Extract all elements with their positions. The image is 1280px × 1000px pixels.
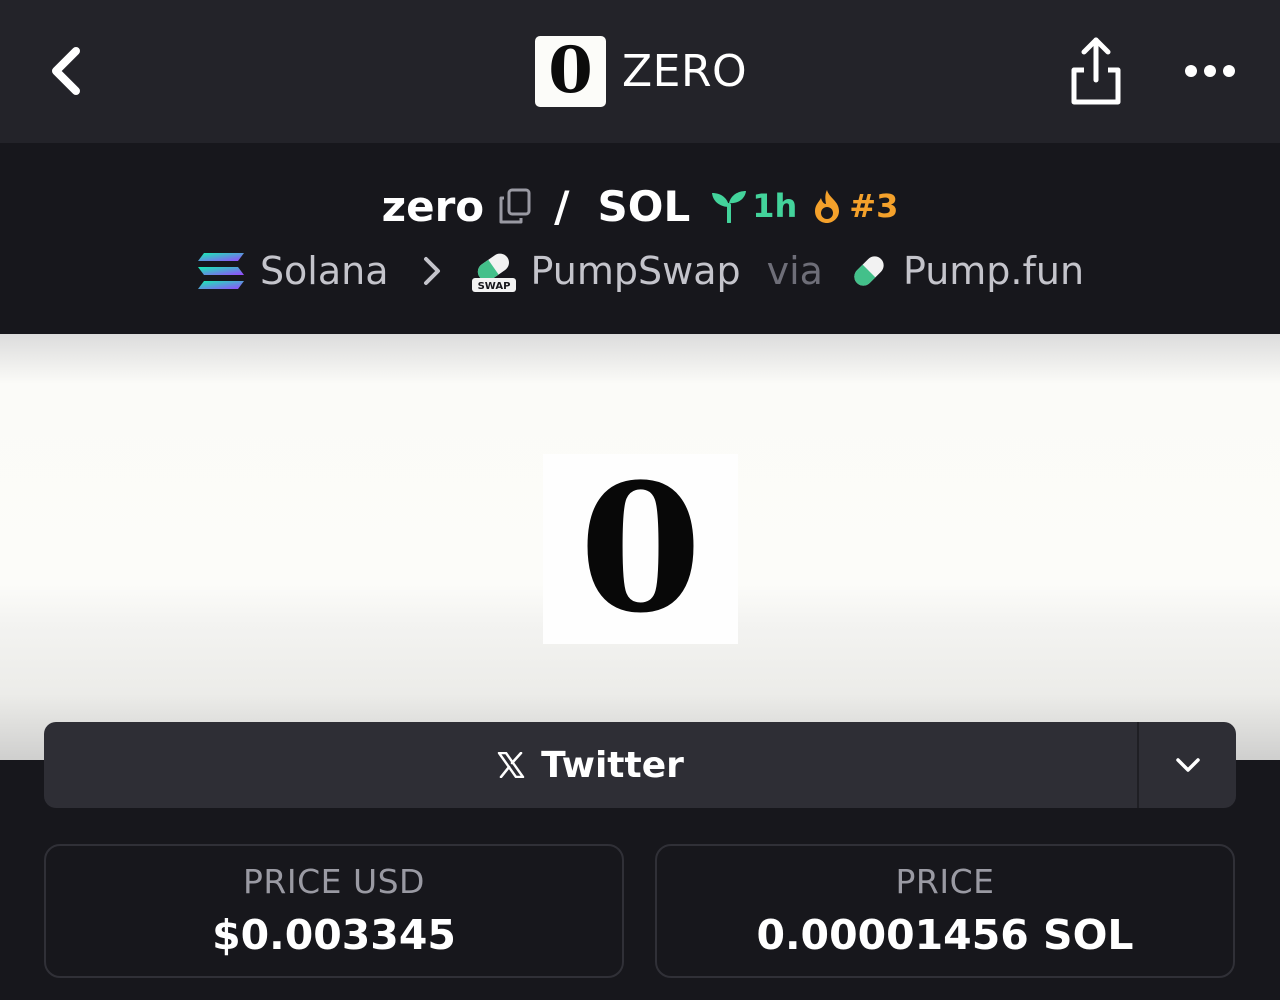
price-native-value: 0.00001456 SOL bbox=[756, 911, 1134, 959]
more-horizontal-icon bbox=[1185, 65, 1235, 77]
token-logo-glyph: 0 bbox=[548, 33, 593, 108]
chain-name: Solana bbox=[259, 249, 389, 293]
pumpswap-logo-icon: SWAP bbox=[471, 253, 516, 292]
more-options-button[interactable] bbox=[1176, 46, 1244, 96]
chevron-down-icon bbox=[1175, 758, 1200, 772]
sprout-icon bbox=[712, 191, 747, 223]
via-label: via bbox=[766, 249, 823, 293]
top-app-bar: 0 ZERO bbox=[0, 0, 1280, 143]
pair-title-row: zero / SOL 1h #3 bbox=[0, 178, 1280, 234]
price-usd-card: PRICE USD $0.003345 bbox=[44, 844, 624, 978]
price-usd-label: PRICE USD bbox=[243, 862, 425, 901]
pair-header bbox=[0, 143, 1280, 334]
chevron-right-icon bbox=[423, 256, 441, 286]
price-native-label: PRICE bbox=[895, 862, 995, 901]
pumpswap-badge-text: SWAP bbox=[477, 281, 510, 292]
copy-icon[interactable] bbox=[498, 188, 532, 224]
banner-logo: 0 bbox=[543, 454, 738, 644]
chain-link-solana[interactable]: Solana bbox=[196, 249, 389, 293]
token-brand: 0 ZERO bbox=[535, 33, 748, 108]
trending-rank: #3 bbox=[849, 187, 899, 225]
price-usd-value: $0.003345 bbox=[212, 911, 456, 959]
launchpad-link-pumpfun[interactable]: Pump.fun bbox=[849, 249, 1084, 293]
chevron-left-icon bbox=[52, 47, 80, 95]
pair-separator: / bbox=[554, 181, 570, 231]
back-button[interactable] bbox=[36, 36, 96, 106]
pair-base-symbol: zero bbox=[381, 181, 485, 231]
x-logo-icon bbox=[497, 752, 525, 778]
launchpad-name: Pump.fun bbox=[902, 249, 1085, 293]
twitter-label: Twitter bbox=[541, 744, 684, 786]
token-name: ZERO bbox=[622, 45, 748, 97]
token-logo: 0 bbox=[535, 33, 606, 108]
social-links-bar: Twitter bbox=[44, 722, 1236, 808]
pill-icon bbox=[854, 256, 884, 286]
dex-name: PumpSwap bbox=[530, 249, 741, 293]
solana-logo-icon bbox=[197, 253, 244, 289]
banner-logo-glyph: 0 bbox=[579, 445, 702, 652]
pair-quote-symbol: SOL bbox=[597, 181, 691, 231]
pair-age-badge: 1h bbox=[710, 187, 797, 225]
token-banner-image: 0 bbox=[0, 334, 1280, 760]
twitter-link-button[interactable]: Twitter bbox=[44, 722, 1137, 808]
pair-age: 1h bbox=[752, 187, 798, 225]
share-icon bbox=[1071, 37, 1121, 105]
dex-link-pumpswap[interactable]: SWAP PumpSwap bbox=[471, 248, 741, 294]
social-links-dropdown-toggle[interactable] bbox=[1137, 722, 1236, 808]
price-native-card: PRICE 0.00001456 SOL bbox=[655, 844, 1235, 978]
trending-rank-badge[interactable]: #3 bbox=[811, 187, 898, 225]
flame-icon bbox=[815, 190, 840, 223]
share-button[interactable] bbox=[1064, 32, 1128, 108]
chain-breadcrumb: Solana SWAP PumpSwap via Pump.fun bbox=[0, 244, 1280, 298]
